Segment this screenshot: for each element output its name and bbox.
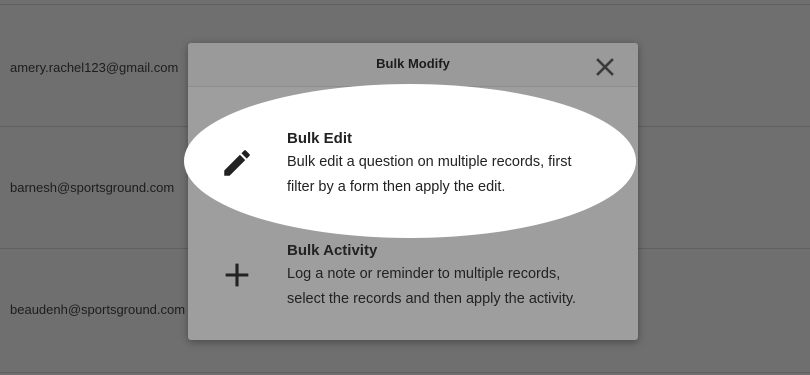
- close-icon: [596, 58, 614, 76]
- bulk-activity-option[interactable]: Bulk Activity Log a note or reminder to …: [188, 232, 638, 322]
- record-email: amery.rachel123@gmail.com: [10, 60, 179, 75]
- option-description-line: select the records and then apply the ac…: [287, 291, 577, 307]
- option-description-line: filter by a form then apply the edit.: [287, 179, 506, 195]
- option-description: Log a note or reminder to multiple recor…: [287, 262, 627, 312]
- dialog-header: Bulk Modify: [188, 43, 638, 87]
- option-description: Bulk edit a question on multiple records…: [287, 150, 627, 200]
- record-email: beaudenh@sportsground.com: [10, 302, 186, 317]
- option-description-line: Log a note or reminder to multiple recor…: [287, 266, 561, 282]
- bulk-edit-option[interactable]: Bulk Edit Bulk edit a question on multip…: [188, 120, 638, 210]
- option-title: Bulk Edit: [287, 130, 353, 147]
- option-description-line: Bulk edit a question on multiple records…: [287, 154, 572, 170]
- option-title: Bulk Activity: [287, 242, 378, 259]
- close-button[interactable]: [593, 55, 617, 79]
- record-email: barnesh@sportsground.com: [10, 180, 175, 195]
- plus-icon: [220, 258, 254, 292]
- pencil-icon: [220, 146, 254, 180]
- dialog-title: Bulk Modify: [376, 56, 450, 71]
